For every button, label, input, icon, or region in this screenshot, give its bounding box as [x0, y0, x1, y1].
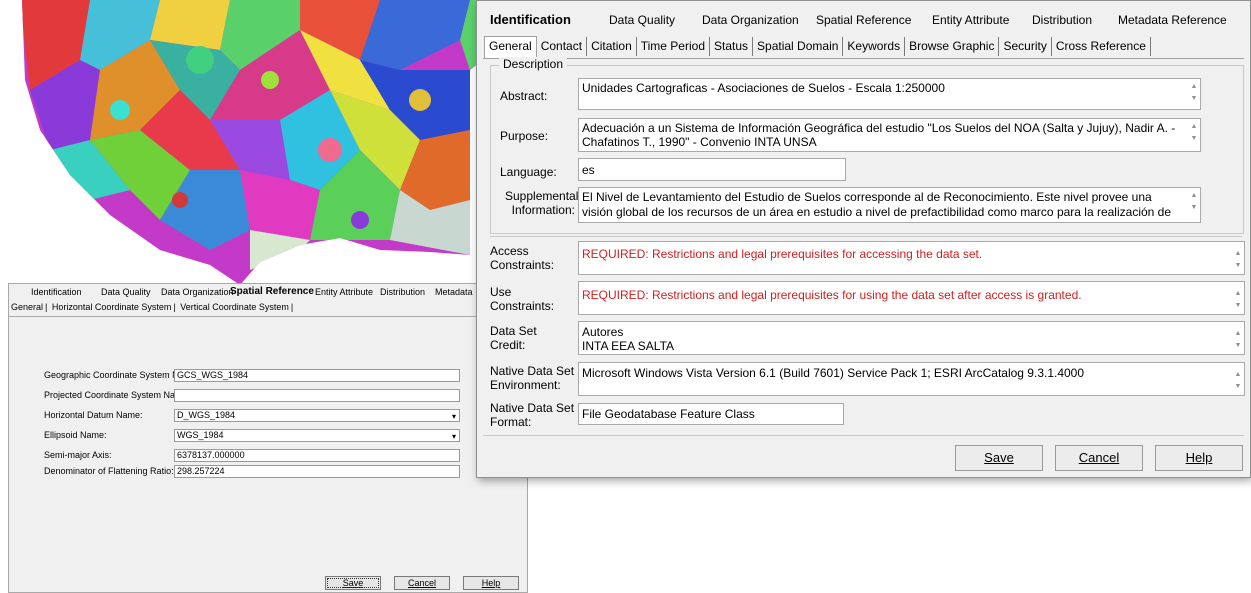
nav-data-organization[interactable]: Data Organization: [702, 13, 799, 27]
button-divider: [483, 435, 1244, 436]
field-horizontal-datum: Horizontal Datum Name: D_WGS_1984 ▾: [44, 409, 524, 423]
back-tab-general[interactable]: General: [9, 300, 45, 312]
back-help-button[interactable]: Help: [463, 576, 519, 590]
data-set-credit-textarea[interactable]: Autores INTA EEA SALTA ▲ ▼: [578, 321, 1245, 355]
purpose-text: Adecuación a un Sistema de Información G…: [582, 121, 1176, 149]
tab-keywords[interactable]: Keywords: [843, 37, 906, 56]
tab-citation[interactable]: Citation: [587, 37, 637, 56]
tab-spatial-domain[interactable]: Spatial Domain: [753, 37, 844, 56]
back-nav-data-organization[interactable]: Data Organization: [161, 287, 234, 297]
nav-data-quality[interactable]: Data Quality: [609, 13, 675, 27]
language-input[interactable]: es: [578, 158, 846, 181]
back-nav-spatial-reference[interactable]: Spatial Reference: [230, 286, 314, 297]
back-tab-divider: [9, 316, 529, 317]
tab-status[interactable]: Status: [710, 37, 754, 56]
textarea-scroll-arrows-icon[interactable]: ▲ ▼: [1189, 121, 1199, 145]
front-section-nav: Identification Data Quality Data Organiz…: [477, 1, 1251, 29]
access-constraints-label: Access Constraints:: [490, 244, 555, 272]
back-nav-entity-attribute[interactable]: Entity Attribute: [315, 287, 373, 297]
back-nav-data-quality[interactable]: Data Quality: [101, 287, 151, 297]
textarea-scroll-arrows-icon[interactable]: ▲ ▼: [1233, 328, 1243, 352]
spatial-reference-dialog: Identification Data Quality Data Organiz…: [8, 283, 529, 593]
back-section-nav: Identification Data Quality Data Organiz…: [9, 284, 527, 299]
field-label: Ellipsoid Name:: [44, 430, 107, 440]
front-tab-strip: General Contact Citation Time Period Status S…: [484, 36, 1151, 58]
field-semi-major-axis: Semi-major Axis: 6378137.000000: [44, 449, 524, 463]
tab-contact[interactable]: Contact: [537, 37, 588, 56]
back-tab-vertical-coordinate-system[interactable]: Vertical Coordinate System: [178, 300, 291, 312]
nav-spatial-reference[interactable]: Spatial Reference: [816, 13, 911, 27]
help-button[interactable]: Help: [1155, 445, 1243, 471]
tab-security[interactable]: Security: [999, 37, 1052, 56]
cancel-button[interactable]: Cancel: [1055, 445, 1143, 471]
section-divider: [490, 236, 1242, 237]
format-label: Native Data Set Format:: [490, 401, 575, 429]
semi-major-axis-input[interactable]: 6378137.000000: [174, 449, 460, 462]
back-nav-distribution[interactable]: Distribution: [380, 287, 425, 297]
field-label: Projected Coordinate System Name:: [44, 390, 191, 400]
tab-general[interactable]: General: [484, 36, 537, 58]
select-value: WGS_1984: [177, 430, 224, 440]
field-projected-cs: Projected Coordinate System Name:: [44, 389, 524, 403]
horizontal-datum-select[interactable]: D_WGS_1984 ▾: [174, 409, 460, 422]
data-set-credit-label: Data Set Credit:: [490, 324, 537, 352]
description-group-title: Description: [499, 57, 568, 71]
textarea-scroll-arrows-icon[interactable]: ▲ ▼: [1189, 190, 1199, 214]
use-constraints-label: Use Constraints:: [490, 285, 555, 313]
use-constraints-textarea[interactable]: REQUIRED: Restrictions and legal prerequ…: [578, 281, 1245, 315]
dropdown-arrow-icon[interactable]: ▾: [449, 432, 459, 441]
back-cancel-button[interactable]: Cancel: [394, 576, 450, 590]
back-save-button[interactable]: Save: [325, 576, 381, 590]
back-nav-identification[interactable]: Identification: [31, 287, 82, 297]
abstract-label: Abstract:: [500, 89, 548, 103]
abstract-textarea[interactable]: Unidades Cartograficas - Asociaciones de…: [578, 78, 1201, 110]
geographic-cs-input[interactable]: GCS_WGS_1984: [174, 369, 460, 382]
field-label: Denominator of Flattening Ratio:: [44, 466, 174, 476]
textarea-scroll-arrows-icon[interactable]: ▲ ▼: [1189, 81, 1199, 105]
credit-line-1: Autores: [582, 325, 624, 339]
select-value: D_WGS_1984: [177, 410, 236, 420]
field-flattening-ratio: Denominator of Flattening Ratio: 298.257…: [44, 465, 524, 479]
save-button[interactable]: Save: [955, 445, 1043, 471]
field-label: Semi-major Axis:: [44, 450, 112, 460]
front-tab-divider: [483, 58, 1244, 59]
back-nav-metadata[interactable]: Metadata: [435, 287, 473, 297]
tab-time-period[interactable]: Time Period: [637, 37, 710, 56]
access-constraints-textarea[interactable]: REQUIRED: Restrictions and legal prerequ…: [578, 241, 1245, 275]
nav-identification[interactable]: Identification: [490, 12, 571, 27]
tab-browse-graphic[interactable]: Browse Graphic: [905, 37, 1000, 56]
supplemental-text: El Nivel de Levantamiento del Estudio de…: [582, 190, 1172, 222]
textarea-scroll-arrows-icon[interactable]: ▲ ▼: [1233, 369, 1243, 393]
back-tab-horizontal-coordinate-system[interactable]: Horizontal Coordinate System: [50, 300, 174, 312]
credit-line-2: INTA EEA SALTA: [582, 339, 675, 353]
purpose-textarea[interactable]: Adecuación a un Sistema de Información G…: [578, 118, 1201, 152]
language-label: Language:: [500, 165, 557, 179]
environment-text: Microsoft Windows Vista Version 6.1 (Bui…: [582, 366, 1085, 380]
field-ellipsoid: Ellipsoid Name: WGS_1984 ▾: [44, 429, 524, 443]
nav-distribution[interactable]: Distribution: [1032, 13, 1092, 27]
environment-textarea[interactable]: Microsoft Windows Vista Version 6.1 (Bui…: [578, 362, 1245, 396]
supplemental-label: Supplemental Information:: [505, 189, 579, 217]
supplemental-textarea[interactable]: El Nivel de Levantamiento del Estudio de…: [578, 187, 1201, 223]
ellipsoid-select[interactable]: WGS_1984 ▾: [174, 429, 460, 442]
flattening-ratio-input[interactable]: 298.257224: [174, 465, 460, 478]
purpose-label: Purpose:: [500, 129, 549, 143]
access-constraints-text: REQUIRED: Restrictions and legal prerequ…: [582, 247, 983, 261]
format-input[interactable]: File Geodatabase Feature Class: [578, 403, 844, 425]
identification-dialog: Identification Data Quality Data Organiz…: [476, 0, 1251, 478]
field-label: Horizontal Datum Name:: [44, 410, 143, 420]
nav-entity-attribute[interactable]: Entity Attribute: [932, 13, 1009, 27]
field-geographic-cs: Geographic Coordinate System Name: GCS_W…: [44, 369, 524, 383]
dropdown-arrow-icon[interactable]: ▾: [449, 412, 459, 421]
textarea-scroll-arrows-icon[interactable]: ▲ ▼: [1233, 288, 1243, 312]
back-tab-strip: General | Horizontal Coordinate System | V…: [9, 300, 294, 312]
use-constraints-text: REQUIRED: Restrictions and legal prerequ…: [582, 288, 1082, 302]
environment-label: Native Data Set Environment:: [490, 364, 575, 392]
nav-metadata-reference[interactable]: Metadata Reference: [1118, 13, 1227, 27]
projected-cs-input[interactable]: [174, 389, 460, 402]
tab-cross-reference[interactable]: Cross Reference: [1052, 37, 1151, 56]
textarea-scroll-arrows-icon[interactable]: ▲ ▼: [1233, 248, 1243, 272]
abstract-text: Unidades Cartograficas - Asociaciones de…: [582, 81, 945, 95]
